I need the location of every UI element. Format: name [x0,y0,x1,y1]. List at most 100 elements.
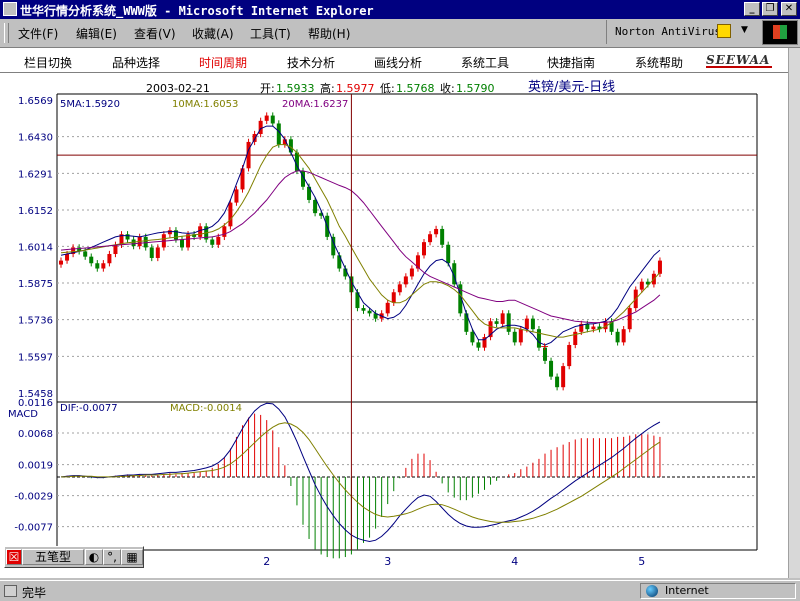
x-tick-label: 5 [638,555,645,568]
candle-body [440,228,445,245]
candle-body [500,313,505,324]
candle-body [149,247,154,258]
price-chart-svg[interactable]: 1.6569 1.6430 1.6291 1.6152 1.6014 1.5875 1.57… [0,73,788,578]
toolbar-system-tools[interactable]: 系统工具 [461,54,509,71]
toolbar-symbol-select[interactable]: 品种选择 [112,54,160,71]
ma10-legend: 10MA:1.6053 [172,99,238,110]
globe-icon [646,585,658,597]
ime-mode-label[interactable]: 五笔型 [22,549,84,565]
close-label: 收: [440,81,455,95]
norton-toolbar[interactable]: Norton AntiVirus ▼ [606,20,757,44]
toolbar-technical-analysis[interactable]: 技术分析 [287,54,335,71]
dea-line [61,422,661,523]
candle-body [83,251,88,257]
y-tick-label: 1.5597 [18,352,53,363]
menu-view[interactable]: 查看(V) [134,25,176,42]
window-title-bar[interactable]: 世华行情分析系统_WWW版 - Microsoft Internet Explo… [0,0,800,19]
menu-edit[interactable]: 编辑(E) [76,25,117,42]
ime-moon-icon[interactable]: ◐ [85,549,103,565]
candle-body [470,331,475,343]
y-tick-label: 1.5875 [18,279,53,290]
windows-logo-icon [762,20,798,45]
macd-y-tick-label: 0.0116 [18,398,53,409]
page-done-icon [4,585,17,597]
norton-shield-icon[interactable] [717,24,731,38]
candle-body [476,342,481,348]
ime-punct-icon[interactable]: °, [103,549,121,565]
candle-body [512,331,517,343]
symbol-title: 英镑/美元-日线 [528,79,615,95]
candle-body [518,329,523,343]
macd-histogram [66,413,661,559]
ime-toolbar[interactable]: ☒ 五笔型 ◐ °, ▦ [4,546,144,568]
restore-button[interactable]: ❐ [762,2,778,16]
candle-body [210,239,215,245]
candle-body [216,236,221,245]
minimize-button[interactable]: _ [744,2,760,16]
cursor-plus-marker: + [540,340,549,353]
ma5-legend: 5MA:1.5920 [60,99,120,110]
x-tick-label: 4 [511,555,518,568]
logo-underline [706,66,772,68]
norton-label: Norton AntiVirus [615,25,721,38]
candle-body [155,247,160,258]
menu-file[interactable]: 文件(F) [18,25,58,42]
x-tick-label: 3 [384,555,391,568]
candle-body [446,244,451,264]
toolbar-system-help[interactable]: 系统帮助 [635,54,683,71]
candle-body [131,239,136,247]
ime-keyboard-icon[interactable]: ▦ [121,549,143,565]
candle-body [621,329,626,343]
candle-body [180,239,184,248]
y-tick-label: 1.5736 [18,316,53,327]
menu-tools[interactable]: 工具(T) [250,25,291,42]
toolbar-grip[interactable] [4,23,9,43]
toolbar-time-period[interactable]: 时间周期 [199,54,247,71]
toolbar-line-drawing[interactable]: 画线分析 [374,54,422,71]
macd-y-tick-label: -0.0077 [14,523,53,534]
candle-body [59,260,63,265]
open-value: 1.5933 [276,82,315,95]
candle-body [95,263,100,269]
seewaa-logo: SEEWAA [706,53,771,67]
toolbar-column-switch[interactable]: 栏目切换 [24,54,72,71]
candle-body [167,230,172,235]
candle-body [367,310,372,314]
chevron-down-icon[interactable]: ▼ [741,25,748,35]
candle-body [506,313,511,332]
ime-switch-icon[interactable]: ☒ [6,549,22,565]
candle-body [264,115,269,121]
ma20-legend: 20MA:1.6237 [282,99,348,110]
menu-favorites[interactable]: 收藏(A) [192,25,234,42]
zone-text: Internet [665,584,709,597]
y-tick-label: 1.6152 [18,206,53,217]
toolbar-quick-guide[interactable]: 快捷指南 [547,54,595,71]
candle-body [555,376,560,388]
y-tick-label: 1.6291 [18,169,53,180]
high-label: 高: [320,81,335,95]
close-button[interactable]: ✕ [781,2,797,16]
candle-body [549,360,554,377]
candle-body [494,321,499,324]
menu-help[interactable]: 帮助(H) [308,25,350,42]
macd-y-tick-label: -0.0029 [14,492,53,503]
candle-date: 2003-02-21 [146,82,210,95]
candle-body [113,244,118,255]
x-axis-labels: 2 3 4 5 [263,555,645,568]
low-label: 低: [380,82,395,95]
candle-body [524,318,529,330]
chart-area[interactable]: 1.6569 1.6430 1.6291 1.6152 1.6014 1.5875 1.57… [0,73,788,578]
window-title: 世华行情分析系统_WWW版 - Microsoft Internet Explo… [20,4,374,18]
vertical-scrollbar[interactable] [788,48,800,578]
y-tick-label: 1.6014 [18,242,53,253]
candle-body [222,226,227,237]
candle-body [125,234,130,240]
y-tick-label: 1.6569 [18,96,53,107]
candle-body [397,284,402,293]
ie-app-icon[interactable] [3,2,17,16]
ma-line-5ma [60,125,661,346]
candle-body [234,189,239,203]
dif-legend: DIF:-0.0077 [60,403,118,414]
candle-body [385,302,390,314]
open-label: 开: [260,82,275,95]
